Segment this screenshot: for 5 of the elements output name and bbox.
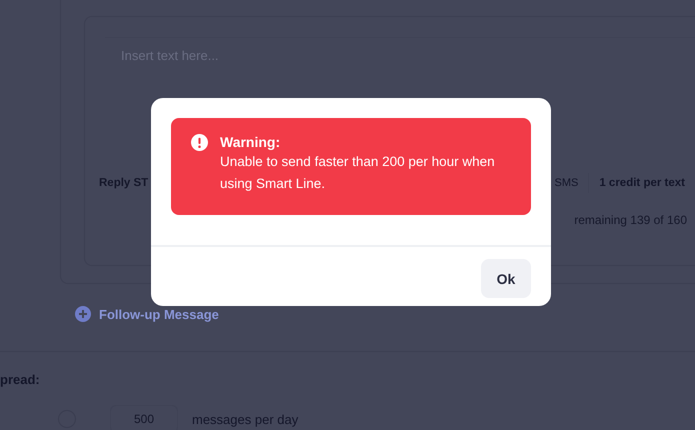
follow-up-link[interactable]: Follow-up Message: [99, 306, 219, 322]
ok-button[interactable]: Ok: [481, 259, 531, 298]
exclamation-icon: [191, 134, 208, 151]
alert-title: Warning:: [220, 133, 282, 151]
add-icon[interactable]: [75, 306, 91, 322]
